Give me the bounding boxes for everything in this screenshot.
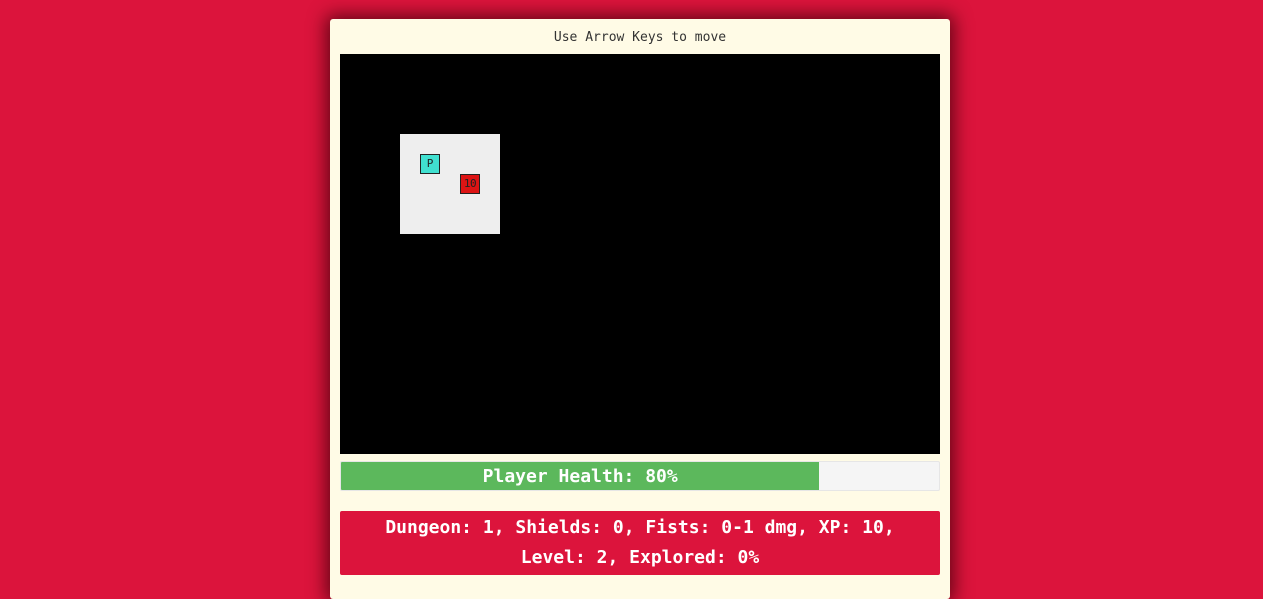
- stats-line-1: Dungeon: 1, Shields: 0, Fists: 0-1 dmg, …: [385, 517, 895, 538]
- health-bar: Player Health: 80%: [340, 461, 940, 491]
- health-bar-fill: Player Health: 80%: [341, 462, 820, 490]
- player-tile: P: [420, 154, 440, 174]
- enemy-tile: 10: [460, 174, 480, 194]
- game-board[interactable]: P 10: [340, 54, 940, 454]
- health-label: Player Health: 80%: [482, 466, 678, 487]
- instructions-text: Use Arrow Keys to move: [553, 30, 727, 45]
- stats-line-2: Level: 2, Explored: 0%: [520, 547, 760, 568]
- game-panel: Use Arrow Keys to move P 10 Player Healt…: [330, 19, 950, 599]
- explored-room: [400, 134, 500, 234]
- stats-panel: Dungeon: 1, Shields: 0, Fists: 0-1 dmg, …: [340, 511, 940, 575]
